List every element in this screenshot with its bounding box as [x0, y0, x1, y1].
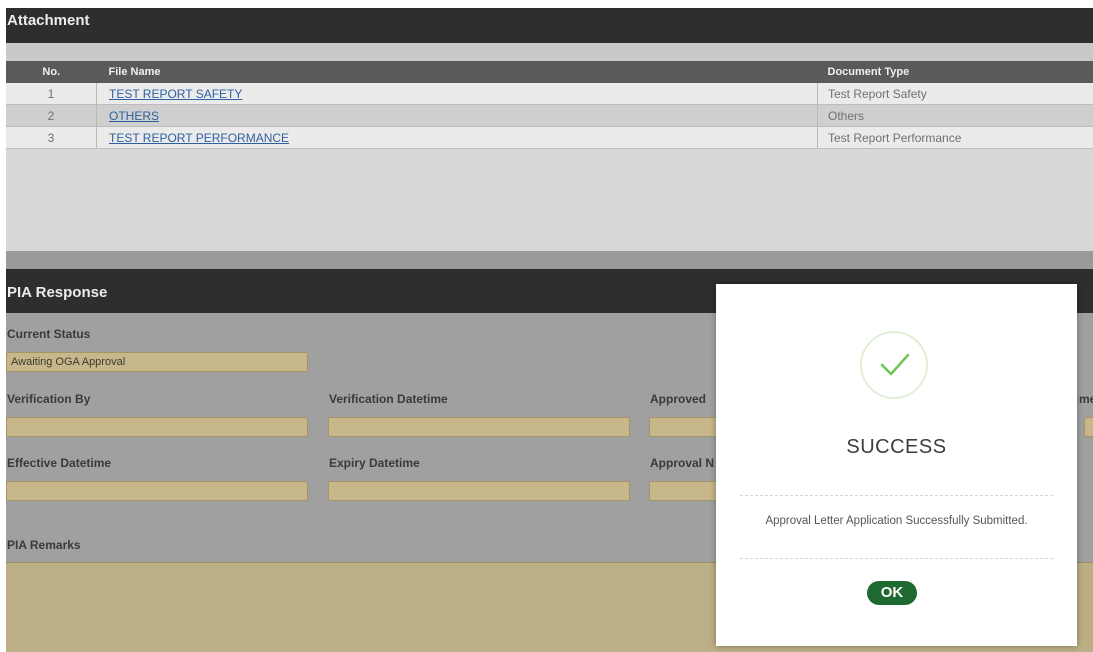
row-number: 1: [6, 83, 97, 105]
column-header-no: No.: [6, 61, 97, 83]
verification-datetime-label: Verification Datetime: [329, 392, 448, 406]
dialog-divider: [740, 495, 1053, 496]
clipped-label: me: [1079, 392, 1093, 406]
attachment-table: No. File Name Document Type 1 TEST REPOR…: [6, 61, 1093, 149]
table-row: 1 TEST REPORT SAFETY Test Report Safety: [6, 83, 1093, 105]
success-message: Approval Letter Application Successfully…: [765, 515, 1028, 527]
verification-datetime-field[interactable]: [328, 417, 630, 437]
file-link[interactable]: OTHERS: [109, 109, 159, 123]
document-type-cell: Test Report Performance: [817, 126, 1093, 149]
table-row: 3 TEST REPORT PERFORMANCE Test Report Pe…: [6, 126, 1093, 149]
attachment-table-header: No. File Name Document Type: [6, 61, 1093, 83]
current-status-field: Awaiting OGA Approval: [6, 352, 308, 372]
checkmark-icon: [880, 353, 910, 376]
attachment-toolbar-strip: [6, 43, 1093, 61]
attachment-title: Attachment: [7, 12, 90, 29]
effective-datetime-label: Effective Datetime: [7, 456, 112, 470]
pia-response-title: PIA Response: [7, 284, 108, 301]
file-name-cell: OTHERS: [96, 104, 818, 127]
file-link[interactable]: TEST REPORT PERFORMANCE: [109, 131, 289, 145]
file-name-cell: TEST REPORT PERFORMANCE: [96, 126, 818, 149]
column-header-document-type: Document Type: [817, 61, 1093, 83]
document-type-cell: Others: [817, 104, 1093, 127]
verification-by-field[interactable]: [6, 417, 308, 437]
row-number: 2: [6, 104, 97, 127]
document-type-cell: Test Report Safety: [817, 83, 1093, 105]
attachment-header: Attachment: [6, 8, 1093, 43]
expiry-datetime-field[interactable]: [328, 481, 630, 501]
pia-remarks-label: PIA Remarks: [7, 538, 81, 552]
approved-label: Approved: [650, 392, 707, 406]
success-title: SUCCESS: [846, 436, 947, 458]
row-number: 3: [6, 126, 97, 149]
ok-button[interactable]: OK: [867, 581, 917, 605]
attachment-body: No. File Name Document Type 1 TEST REPOR…: [6, 43, 1093, 251]
file-link[interactable]: TEST REPORT SAFETY: [109, 87, 242, 101]
approval-number-label: Approval N: [650, 456, 715, 470]
success-circle: [860, 331, 928, 399]
clipped-field[interactable]: [1084, 417, 1093, 437]
column-header-file-name: File Name: [96, 61, 818, 83]
current-status-label: Current Status: [7, 327, 91, 341]
verification-by-label: Verification By: [7, 392, 91, 406]
effective-datetime-field[interactable]: [6, 481, 308, 501]
success-dialog: SUCCESS Approval Letter Application Succ…: [716, 284, 1077, 646]
dialog-divider: [740, 558, 1053, 559]
table-row: 2 OTHERS Others: [6, 104, 1093, 127]
file-name-cell: TEST REPORT SAFETY: [96, 83, 818, 105]
expiry-datetime-label: Expiry Datetime: [329, 456, 420, 470]
